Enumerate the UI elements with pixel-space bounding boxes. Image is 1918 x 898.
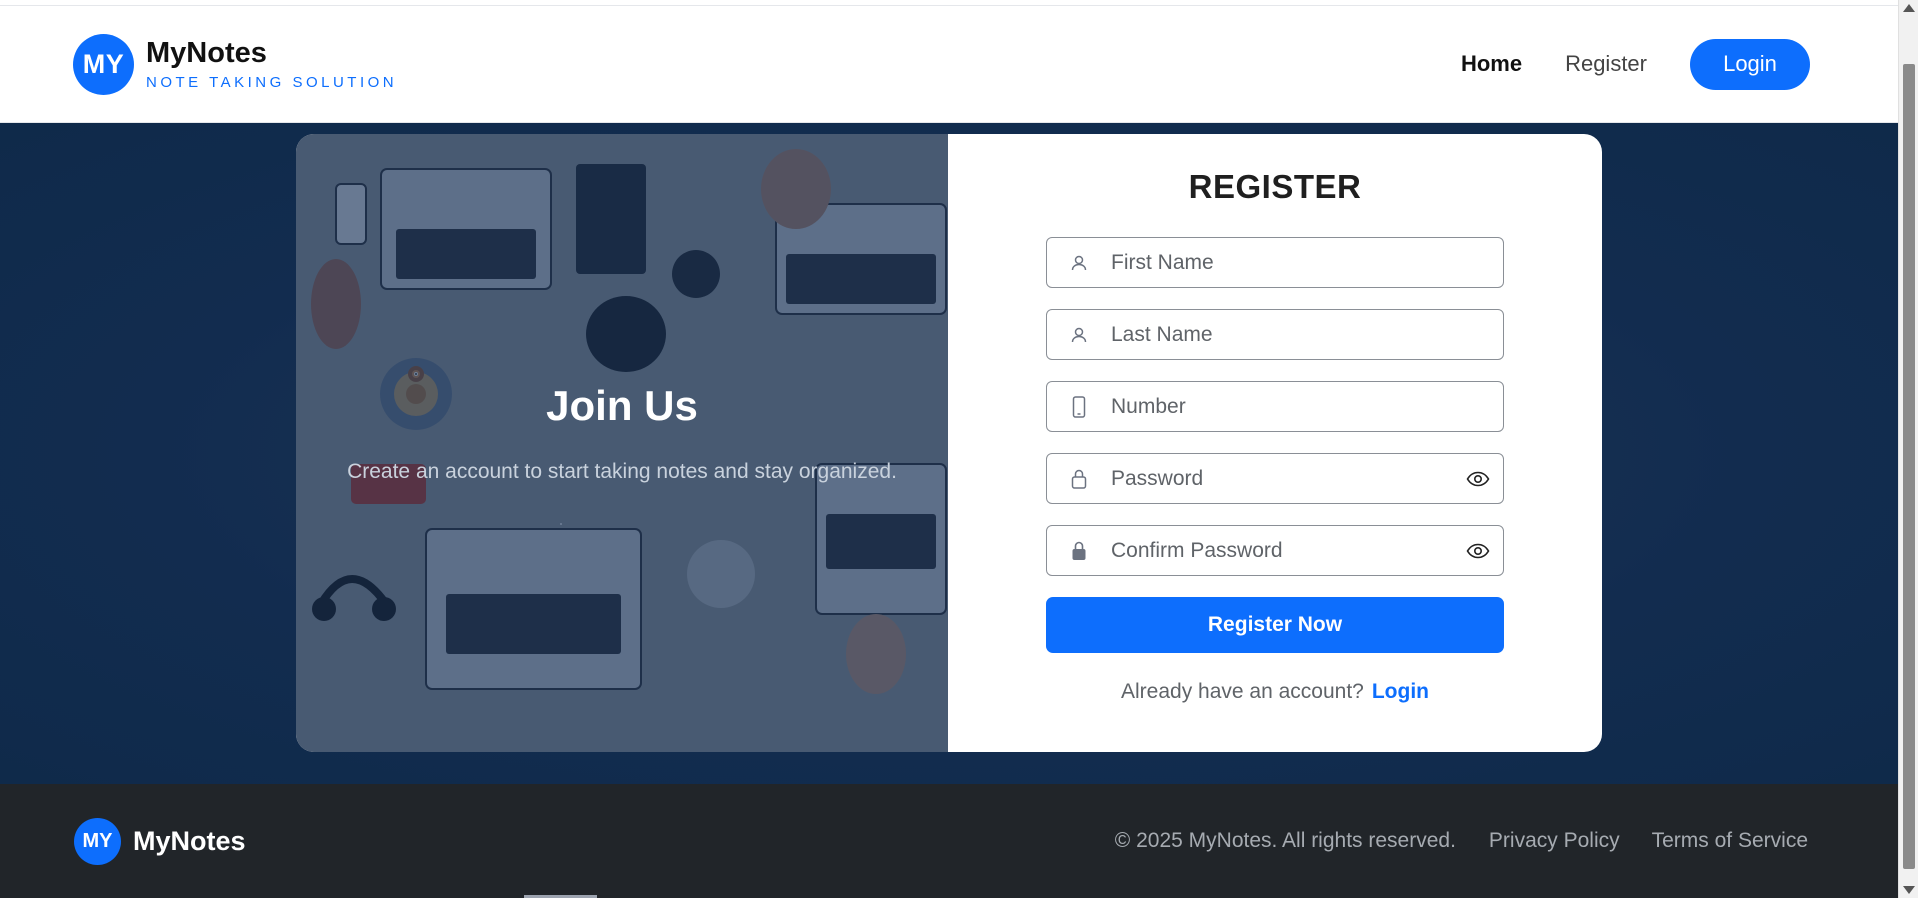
scrollbar-thumb[interactable]	[1903, 64, 1915, 869]
main-section: Join Us Create an account to start takin…	[0, 123, 1898, 784]
brand-tagline: NOTE TAKING SOLUTION	[146, 73, 398, 91]
number-field[interactable]: Number	[1046, 381, 1504, 432]
register-now-button[interactable]: Register Now	[1046, 597, 1504, 653]
eye-icon[interactable]	[1453, 471, 1503, 487]
nav-home[interactable]: Home	[1461, 51, 1522, 77]
nav-login-button[interactable]: Login	[1690, 38, 1810, 90]
brand-name: MyNotes	[146, 37, 267, 70]
scroll-up-arrow-icon[interactable]	[1903, 4, 1915, 12]
brand-logo: MY	[73, 33, 134, 95]
hero-title: Join Us	[546, 382, 698, 429]
password-field[interactable]: Password	[1046, 453, 1504, 504]
register-card: Join Us Create an account to start takin…	[296, 134, 1602, 752]
already-text: Already have an account?	[1121, 680, 1364, 703]
footer-logo: MY	[74, 817, 121, 865]
hero-subtitle: Create an account to start taking notes …	[347, 460, 897, 483]
form-title: REGISTER	[1188, 168, 1362, 205]
page-scrollbar[interactable]	[1898, 0, 1918, 898]
user-icon	[1047, 326, 1111, 344]
nav-register[interactable]: Register	[1565, 51, 1647, 77]
confirm-password-placeholder: Confirm Password	[1111, 538, 1283, 562]
copyright: © 2025 MyNotes. All rights reserved.	[1114, 829, 1456, 852]
first-name-field[interactable]: First Name	[1046, 237, 1504, 288]
footer-links: © 2025 MyNotes. All rights reserved. Pri…	[1115, 829, 1808, 853]
register-form: First Name Last Name Number Password Con…	[1046, 237, 1504, 653]
register-form-panel: REGISTER First Name Last Name Number Pas…	[948, 134, 1602, 752]
terms-of-service-link[interactable]: Terms of Service	[1652, 829, 1808, 853]
number-placeholder: Number	[1111, 394, 1186, 418]
footer-brand[interactable]: MY MyNotes	[74, 817, 246, 865]
lock-icon	[1047, 540, 1111, 562]
site-footer: MY MyNotes © 2025 MyNotes. All rights re…	[0, 784, 1898, 898]
already-account: Already have an account? Login	[1121, 680, 1429, 704]
last-name-placeholder: Last Name	[1111, 322, 1213, 346]
main-nav: Home Register Login	[1461, 38, 1810, 90]
first-name-placeholder: First Name	[1111, 250, 1214, 274]
phone-icon	[1047, 395, 1111, 418]
brand-text: MyNotes NOTE TAKING SOLUTION	[146, 37, 397, 90]
user-icon	[1047, 254, 1111, 272]
hero-overlay: Join Us Create an account to start takin…	[296, 134, 948, 752]
password-placeholder: Password	[1111, 466, 1204, 490]
confirm-password-field[interactable]: Confirm Password	[1046, 525, 1504, 576]
lock-open-icon	[1047, 468, 1111, 490]
scroll-down-arrow-icon[interactable]	[1903, 886, 1915, 894]
login-link[interactable]: Login	[1372, 680, 1429, 703]
last-name-field[interactable]: Last Name	[1046, 309, 1504, 360]
hero-panel: Join Us Create an account to start takin…	[296, 134, 948, 752]
brand[interactable]: MY MyNotes NOTE TAKING SOLUTION	[73, 33, 397, 95]
privacy-policy-link[interactable]: Privacy Policy	[1489, 829, 1620, 853]
site-header: MY MyNotes NOTE TAKING SOLUTION Home Reg…	[0, 6, 1898, 123]
footer-brand-name: MyNotes	[133, 825, 246, 856]
eye-icon[interactable]	[1453, 543, 1503, 559]
